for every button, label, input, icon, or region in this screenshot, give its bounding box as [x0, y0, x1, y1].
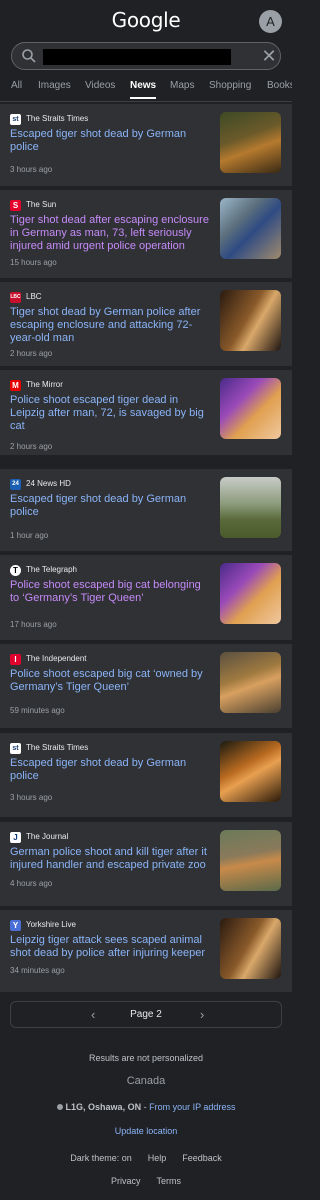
source-name: The Journal: [26, 832, 69, 841]
source-name: 24 News HD: [26, 479, 71, 488]
tab-news[interactable]: News: [130, 80, 157, 99]
tiger-grass-thumbnail[interactable]: [220, 830, 281, 891]
source-name: LBC: [26, 292, 42, 301]
source-name: The Mirror: [26, 380, 63, 389]
tiger-keeper-thumbnail[interactable]: [220, 290, 281, 351]
result-title[interactable]: Police shoot escaped big cat belonging t…: [10, 579, 210, 605]
source-name: The Telegraph: [26, 565, 77, 574]
the-mirror-favicon: M: [10, 380, 21, 391]
source-name: The Independent: [26, 654, 87, 663]
ip-address-link[interactable]: From your IP address: [149, 1102, 235, 1112]
location-separator: -: [141, 1102, 150, 1112]
police-scene-thumbnail[interactable]: [220, 198, 281, 259]
tiger-queen-thumbnail[interactable]: [220, 563, 281, 624]
news-result[interactable]: S The Sun Tiger shot dead after escaping…: [0, 190, 292, 278]
result-title[interactable]: Police shoot escaped big cat ‘owned by G…: [10, 668, 210, 694]
source-name: Yorkshire Live: [26, 920, 76, 929]
account-avatar[interactable]: A: [259, 10, 282, 33]
news-result[interactable]: M The Mirror Police shoot escaped tiger …: [0, 370, 292, 455]
tab-books[interactable]: Books: [267, 80, 292, 91]
24-news-favicon: 24: [10, 479, 21, 490]
page-label: Page 2: [130, 1009, 162, 1020]
source-name: The Straits Times: [26, 743, 89, 752]
update-location-link[interactable]: Update location: [115, 1126, 178, 1136]
privacy-link[interactable]: Privacy: [111, 1176, 141, 1186]
news-result[interactable]: J The Journal German police shoot and ki…: [0, 822, 292, 906]
search-bar[interactable]: ✕: [11, 42, 281, 70]
country-label: Canada: [126, 1075, 166, 1087]
result-title[interactable]: Tiger shot dead by German police after e…: [10, 306, 210, 345]
result-time: 2 hours ago: [10, 442, 53, 451]
result-time: 59 minutes ago: [10, 706, 65, 715]
footer-links-row-1: Dark theme: on Help Feedback: [0, 1153, 292, 1163]
straits-times-favicon: st: [10, 114, 21, 125]
next-page-icon[interactable]: ›: [200, 1007, 204, 1022]
news-result[interactable]: st The Straits Times Escaped tiger shot …: [0, 733, 292, 817]
result-time: 15 hours ago: [10, 258, 57, 267]
result-title[interactable]: Escaped tiger shot dead by German police: [10, 493, 210, 519]
result-title[interactable]: Escaped tiger shot dead by German police: [10, 757, 210, 783]
news-result[interactable]: LBC LBC Tiger shot dead by German police…: [0, 282, 292, 366]
result-time: 34 minutes ago: [10, 966, 65, 975]
result-time: 2 hours ago: [10, 349, 53, 358]
tiger-queen-thumbnail[interactable]: [220, 378, 281, 439]
tab-videos[interactable]: Videos: [85, 80, 115, 91]
clear-icon[interactable]: ✕: [258, 45, 280, 67]
source-name: The Sun: [26, 200, 57, 209]
straits-times-favicon: st: [10, 743, 21, 754]
feedback-link[interactable]: Feedback: [182, 1153, 222, 1163]
result-time: 4 hours ago: [10, 879, 53, 888]
tab-all[interactable]: All: [11, 80, 22, 91]
result-title[interactable]: German police shoot and kill tiger after…: [10, 846, 210, 872]
search-query-redacted[interactable]: [43, 49, 231, 65]
tiger-walking-thumbnail[interactable]: [220, 652, 281, 713]
source-name: The Straits Times: [26, 114, 89, 123]
the-independent-favicon: I: [10, 654, 21, 665]
help-link[interactable]: Help: [148, 1153, 167, 1163]
news-result[interactable]: T The Telegraph Police shoot escaped big…: [0, 555, 292, 640]
tiger-keeper-thumbnail[interactable]: [220, 918, 281, 979]
tab-shopping[interactable]: Shopping: [209, 80, 251, 91]
search-icon: [22, 49, 36, 63]
not-personalized-note: Results are not personalized: [88, 1053, 204, 1063]
result-time: 3 hours ago: [10, 165, 53, 174]
enclosure-thumbnail[interactable]: [220, 477, 281, 538]
tiger-portrait-thumbnail[interactable]: [220, 741, 281, 802]
news-result[interactable]: Y Yorkshire Live Leipzig tiger attack se…: [0, 910, 292, 992]
result-time: 1 hour ago: [10, 531, 49, 540]
terms-link[interactable]: Terms: [157, 1176, 182, 1186]
result-title[interactable]: Escaped tiger shot dead by German police: [10, 128, 210, 154]
lbc-favicon: LBC: [10, 292, 21, 303]
news-result[interactable]: 24 24 News HD Escaped tiger shot dead by…: [0, 469, 292, 551]
tab-maps[interactable]: Maps: [170, 80, 194, 91]
result-title[interactable]: Leipzig tiger attack sees scaped animal …: [10, 934, 210, 960]
result-title[interactable]: Police shoot escaped tiger dead in Leipz…: [10, 394, 210, 433]
update-location-row: Update location: [0, 1126, 292, 1136]
the-journal-favicon: J: [10, 832, 21, 843]
tiger-thumbnail[interactable]: [220, 112, 281, 173]
dark-theme-toggle[interactable]: Dark theme: on: [70, 1153, 132, 1163]
search-tabs: All Images Videos News Maps Shopping Boo…: [0, 76, 292, 102]
tab-images[interactable]: Images: [38, 80, 71, 91]
google-logo[interactable]: Google: [0, 8, 292, 32]
location-dot-icon: [56, 1104, 63, 1110]
result-time: 3 hours ago: [10, 793, 53, 802]
result-time: 17 hours ago: [10, 620, 57, 629]
pagination: ‹ Page 2 ›: [10, 1001, 282, 1028]
yorkshire-live-favicon: Y: [10, 920, 21, 931]
news-result[interactable]: I The Independent Police shoot escaped b…: [0, 644, 292, 728]
location-line: L1G, Oshawa, ON - From your IP address: [0, 1102, 292, 1112]
the-sun-favicon: S: [10, 200, 21, 211]
result-title[interactable]: Tiger shot dead after escaping enclosure…: [10, 214, 210, 253]
footer-links-row-2: Privacy Terms: [0, 1176, 292, 1186]
news-result[interactable]: st The Straits Times Escaped tiger shot …: [0, 104, 292, 186]
header: Google A: [0, 0, 292, 44]
the-telegraph-favicon: T: [10, 565, 21, 576]
location-text: L1G, Oshawa, ON: [65, 1102, 142, 1112]
